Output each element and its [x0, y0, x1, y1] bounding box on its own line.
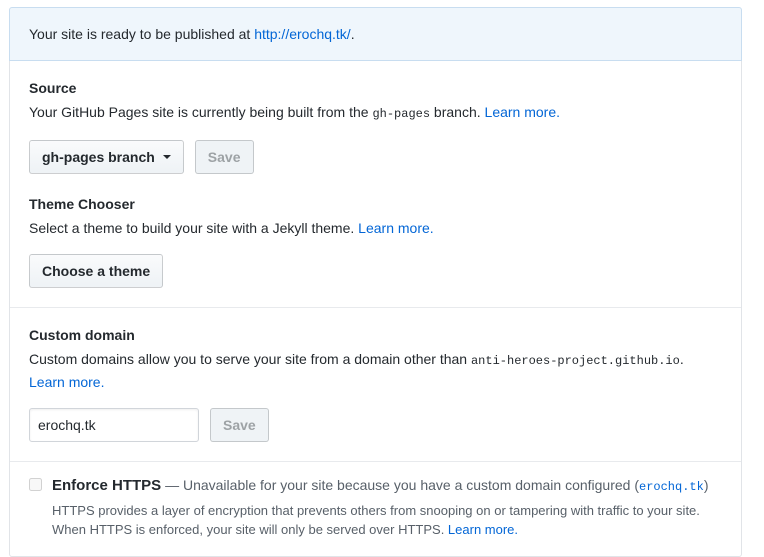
https-domain-code: erochq.tk	[639, 480, 704, 494]
section-enforce-https: Enforce HTTPS — Unavailable for your sit…	[10, 461, 741, 556]
theme-chooser-description: Select a theme to build your site with a…	[29, 218, 722, 239]
custom-domain-desc-after: .	[679, 351, 684, 367]
https-note-line1: HTTPS provides a layer of encryption tha…	[52, 503, 700, 518]
enforce-https-option: Enforce HTTPS — Unavailable for your sit…	[29, 475, 722, 539]
branch-select-label: gh-pages branch	[42, 149, 155, 165]
theme-chooser-group: Theme Chooser Select a theme to build yo…	[29, 196, 722, 288]
branch-select-button[interactable]: gh-pages branch	[29, 140, 184, 174]
source-desc-after: branch.	[430, 104, 485, 120]
section-source-theme: Source Your GitHub Pages site is current…	[10, 61, 741, 307]
source-desc-before: Your GitHub Pages site is currently bein…	[29, 104, 373, 120]
github-io-domain-code: anti-heroes-project.github.io	[470, 354, 680, 368]
banner-text-after: .	[350, 26, 355, 42]
https-note-line2: When HTTPS is enforced, your site will o…	[52, 522, 448, 537]
custom-domain-save-button[interactable]: Save	[210, 408, 269, 442]
publish-banner: Your site is ready to be published at ht…	[9, 7, 742, 61]
source-save-button[interactable]: Save	[194, 140, 254, 174]
custom-domain-heading: Custom domain	[29, 327, 135, 343]
choose-theme-button[interactable]: Choose a theme	[29, 254, 164, 288]
enforce-https-label-line: Enforce HTTPS — Unavailable for your sit…	[52, 475, 722, 497]
theme-chooser-heading: Theme Chooser	[29, 196, 135, 212]
section-custom-domain: Custom domain Custom domains allow you t…	[10, 307, 741, 461]
theme-desc: Select a theme to build your site with a…	[29, 220, 359, 236]
source-description: Your GitHub Pages site is currently bein…	[29, 102, 722, 125]
banner-text-before: Your site is ready to be published at	[29, 26, 255, 42]
theme-controls: Choose a theme	[29, 254, 722, 288]
settings-box: Source Your GitHub Pages site is current…	[9, 61, 742, 557]
enforce-https-label: Enforce HTTPS	[52, 477, 162, 494]
source-learn-more-link[interactable]: Learn more.	[485, 104, 560, 120]
custom-domain-description: Custom domains allow you to serve your s…	[29, 349, 722, 393]
custom-domain-desc-before: Custom domains allow you to serve your s…	[29, 351, 471, 367]
https-unavailable-close-paren: )	[703, 477, 709, 493]
https-domain-link[interactable]: erochq.tk	[639, 477, 704, 494]
https-learn-more-link[interactable]: Learn more.	[448, 522, 518, 537]
https-unavailable-text: — Unavailable for your site because you …	[161, 477, 639, 493]
custom-domain-input[interactable]	[29, 408, 199, 442]
custom-domain-learn-more-link[interactable]: Learn more.	[29, 374, 104, 390]
source-heading: Source	[29, 80, 77, 96]
site-url-link[interactable]: http://erochq.tk/	[254, 26, 351, 42]
theme-learn-more-link[interactable]: Learn more.	[358, 220, 433, 236]
https-note: HTTPS provides a layer of encryption tha…	[52, 501, 722, 539]
branch-code: gh-pages	[372, 107, 431, 121]
source-controls: gh-pages branch Save	[29, 140, 722, 174]
chevron-down-icon	[162, 155, 171, 159]
github-pages-settings: Your site is ready to be published at ht…	[9, 7, 742, 557]
source-group: Source Your GitHub Pages site is current…	[29, 80, 722, 174]
enforce-https-checkbox[interactable]	[29, 478, 42, 491]
custom-domain-controls: Save	[29, 408, 722, 442]
